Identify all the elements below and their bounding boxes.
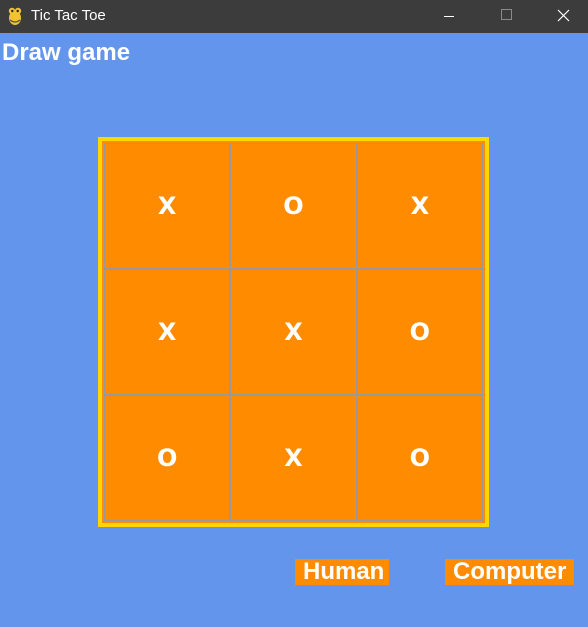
board-cell-5[interactable]: X: [230, 269, 357, 395]
board-cell-7[interactable]: O: [104, 395, 231, 521]
game-status-text: Draw game: [2, 39, 131, 66]
board-cell-8[interactable]: X: [230, 395, 357, 521]
minimize-icon: [444, 16, 454, 17]
board-cell-4[interactable]: X: [104, 269, 231, 395]
board-cell-6[interactable]: O: [356, 269, 483, 395]
window-title: Tic Tac Toe: [31, 7, 106, 24]
maximize-button[interactable]: [478, 0, 534, 33]
minimize-button[interactable]: [421, 0, 477, 33]
computer-button[interactable]: Computer: [445, 559, 574, 585]
maximize-icon: [501, 9, 512, 20]
pygame-snake-icon: [8, 7, 22, 25]
close-icon: [557, 9, 570, 22]
close-button[interactable]: [535, 0, 588, 33]
board-cell-3[interactable]: X: [356, 143, 483, 269]
board-cell-9[interactable]: O: [356, 395, 483, 521]
board-cell-2[interactable]: O: [230, 143, 357, 269]
human-button[interactable]: Human: [295, 559, 389, 585]
board-cell-1[interactable]: X: [104, 143, 231, 269]
game-board: X O X X X O O X O: [98, 137, 489, 527]
title-bar: Tic Tac Toe: [0, 0, 588, 33]
game-window: Tic Tac Toe Draw game X O X X X O O X O …: [0, 0, 588, 627]
board-grid: X O X X X O O X O: [104, 143, 483, 521]
